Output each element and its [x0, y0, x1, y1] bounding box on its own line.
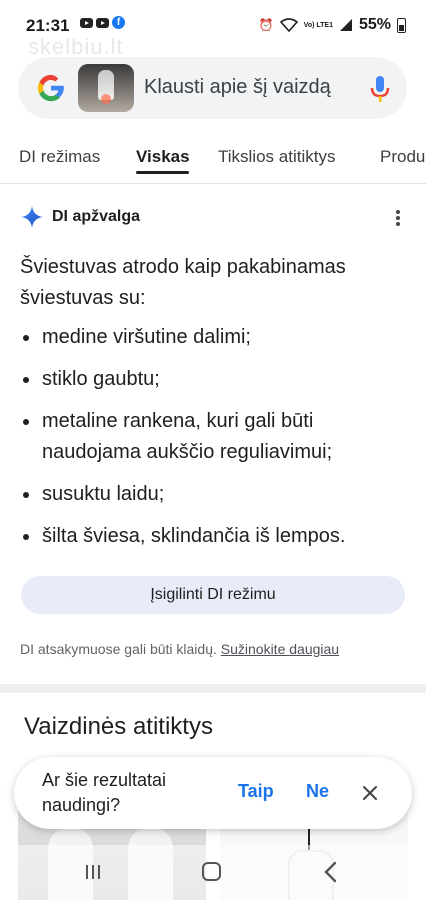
tab-produktai[interactable]: Produ [380, 147, 425, 167]
feedback-question: Ar šie rezultatai naudingi? [42, 770, 167, 815]
battery-icon [397, 17, 406, 33]
alarm-icon: ⏰ [258, 18, 274, 32]
recent-apps-icon[interactable] [84, 863, 102, 881]
ai-overview-list: medine viršutine dalimi; stiklo gaubtu; … [20, 322, 410, 563]
home-icon[interactable] [202, 862, 221, 881]
youtube-icon [80, 18, 93, 28]
section-divider [0, 684, 426, 693]
ai-overview-intro: Šviestuvas atrodo kaip pakabinamas švies… [20, 256, 346, 309]
list-item: stiklo gaubtu; [20, 364, 410, 395]
mic-icon[interactable] [369, 75, 391, 103]
google-logo-icon[interactable] [36, 73, 66, 103]
wifi-icon [279, 18, 298, 32]
search-tabs: DI režimas Viskas Tikslios atitiktys Pro… [0, 147, 426, 177]
dive-into-ai-mode-button[interactable]: Įsigilinti DI režimu [21, 576, 405, 614]
battery-percent: 55% [358, 16, 391, 33]
tab-tikslios-atitiktys[interactable]: Tikslios atitiktys [218, 147, 335, 167]
active-tab-indicator [136, 171, 189, 174]
query-image-thumbnail[interactable] [78, 64, 134, 112]
search-input[interactable]: Klausti apie šį vaizdą [144, 76, 331, 99]
feedback-no-button[interactable]: Ne [306, 781, 329, 802]
sparkle-icon [21, 206, 43, 228]
network-label: Vo) LTE1 [303, 21, 333, 29]
list-item: metaline rankena, kuri gali būti naudoja… [20, 406, 410, 468]
youtube-icon [96, 18, 109, 28]
status-time: 21:31 [26, 16, 70, 35]
visual-matches-title: Vaizdinės atitiktys [24, 713, 213, 740]
facebook-icon: f [112, 16, 125, 29]
learn-more-link[interactable]: Sužinokite daugiau [221, 641, 339, 657]
close-icon[interactable] [360, 783, 380, 803]
more-options-icon[interactable] [396, 210, 400, 226]
list-item: šilta šviesa, sklindančia iš lempos. [20, 521, 410, 552]
tabs-divider [0, 183, 426, 184]
status-indicators: ⏰ Vo) LTE1 55% [259, 16, 406, 34]
list-item: susuktu laidu; [20, 479, 410, 510]
ai-disclaimer: DI atsakymuose gali būti klaidų. Sužinok… [20, 641, 339, 657]
tab-viskas[interactable]: Viskas [136, 147, 190, 167]
feedback-card: Ar šie rezultatai naudingi? Taip Ne [14, 757, 412, 829]
disclaimer-text: DI atsakymuose gali būti klaidų. [20, 641, 217, 657]
system-nav-bar [0, 845, 426, 900]
feedback-yes-button[interactable]: Taip [238, 781, 274, 802]
tab-di-rezimas[interactable]: DI režimas [19, 147, 100, 167]
notification-icons: f [80, 16, 125, 29]
ai-overview-title: DI apžvalga [52, 208, 141, 225]
back-icon[interactable] [322, 861, 340, 883]
ai-overview-header: DI apžvalga [20, 205, 140, 229]
list-item: medine viršutine dalimi; [20, 322, 410, 353]
signal-icon [339, 19, 352, 31]
search-bar[interactable]: Klausti apie šį vaizdą [18, 57, 407, 119]
